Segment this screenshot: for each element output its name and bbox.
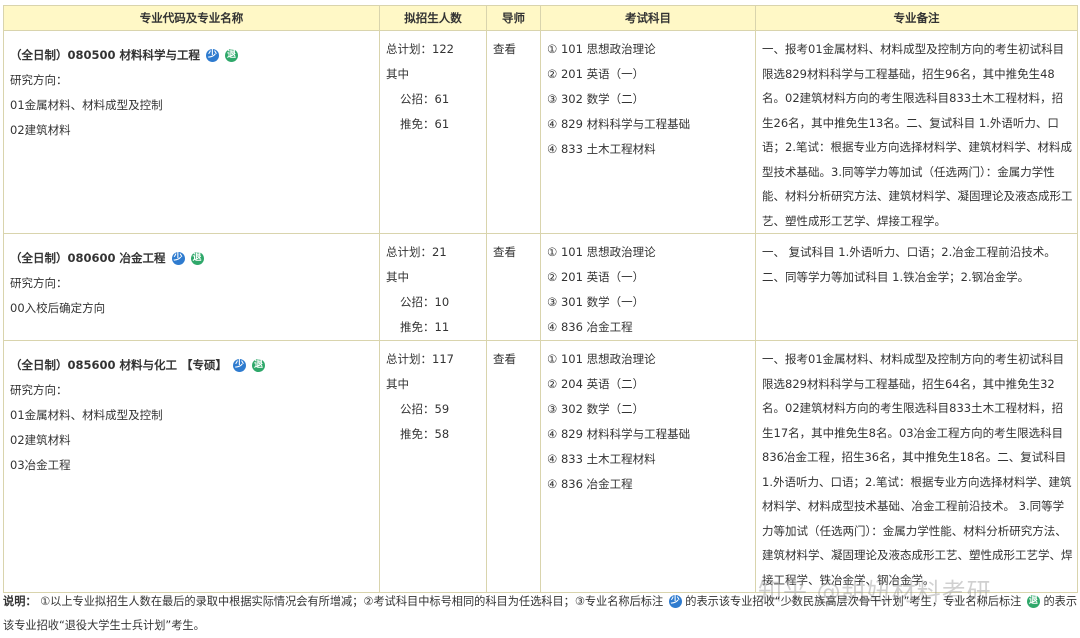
quota-total: 总计划：21 <box>386 245 447 259</box>
research-direction: 01金属材料、材料成型及控制 <box>10 98 163 112</box>
notes-cell: 一、报考01金属材料、材料成型及控制方向的考生初试科目限选829材料科学与工程基… <box>755 340 1078 593</box>
quota-public: 公招：61 <box>400 92 450 106</box>
table-row: （全日制）080600 冶金工程 少 退 研究方向： 00入校后确定方向 总计划… <box>3 233 1078 341</box>
advisor-cell: 查看 <box>486 233 541 341</box>
program-cell: （全日制）080600 冶金工程 少 退 研究方向： 00入校后确定方向 <box>3 233 380 341</box>
exam-subject: ② 201 英语（一） <box>547 270 645 284</box>
view-advisor-link[interactable]: 查看 <box>493 352 516 366</box>
exam-subject: ④ 829 材料科学与工程基础 <box>547 117 691 131</box>
exam-subject: ② 201 英语（一） <box>547 67 645 81</box>
header-advisor: 导师 <box>486 5 541 31</box>
notes-cell: 一、报考01金属材料、材料成型及控制方向的考生初试科目限选829材料科学与工程基… <box>755 30 1078 234</box>
research-direction: 02建筑材料 <box>10 433 71 447</box>
exam-subject: ② 204 英语（二） <box>547 377 645 391</box>
exam-subject: ① 101 思想政治理论 <box>547 42 656 56</box>
table-header-row: 专业代码及专业名称 拟招生人数 导师 考试科目 专业备注 <box>3 5 1078 31</box>
footer-label: 说明： <box>3 595 37 608</box>
research-direction: 00入校后确定方向 <box>10 301 106 315</box>
program-table-wrapper: 专业代码及专业名称 拟招生人数 导师 考试科目 专业备注 （全日制）080500… <box>3 5 1078 593</box>
veteran-plan-icon: 退 <box>190 252 204 265</box>
footer-text: ①以上专业拟招生人数在最后的录取中根据实际情况会有所增减；②考试科目中标号相同的… <box>40 595 664 608</box>
subjects-cell: ① 101 思想政治理论 ② 201 英语（一） ③ 301 数学（一） ④ 8… <box>540 233 756 341</box>
quota-cell: 总计划：21 其中 公招：10 推免：11 <box>379 233 487 341</box>
subjects-cell: ① 101 思想政治理论 ② 204 英语（二） ③ 302 数学（二） ④ 8… <box>540 340 756 593</box>
advisor-cell: 查看 <box>486 340 541 593</box>
quota-among: 其中 <box>386 377 409 391</box>
quota-public: 公招：59 <box>400 402 450 416</box>
veteran-plan-icon: 退 <box>225 49 239 62</box>
quota-total: 总计划：117 <box>386 352 454 366</box>
veteran-plan-icon: 退 <box>252 359 266 372</box>
notes-cell: 一、 复试科目 1.外语听力、口语；2.冶金工程前沿技术。二、同等学力等加试科目… <box>755 233 1078 341</box>
quota-among: 其中 <box>386 270 409 284</box>
program-cell: （全日制）085600 材料与化工 【专硕】 少 退 研究方向： 01金属材料、… <box>3 340 380 593</box>
program-name[interactable]: （全日制）085600 材料与化工 【专硕】 <box>10 358 227 372</box>
view-advisor-link[interactable]: 查看 <box>493 245 516 259</box>
research-direction: 02建筑材料 <box>10 123 71 137</box>
quota-total: 总计划：122 <box>386 42 454 56</box>
minority-plan-icon: 少 <box>171 252 185 265</box>
header-notes: 专业备注 <box>755 5 1078 31</box>
quota-public: 公招：10 <box>400 295 450 309</box>
quota-cell: 总计划：117 其中 公招：59 推免：58 <box>379 340 487 593</box>
exam-subject: ③ 302 数学（二） <box>547 92 645 106</box>
subjects-cell: ① 101 思想政治理论 ② 201 英语（一） ③ 302 数学（二） ④ 8… <box>540 30 756 234</box>
minority-plan-icon: 少 <box>206 49 220 62</box>
exam-subject: ④ 836 冶金工程 <box>547 320 633 334</box>
footer-note: 说明： ①以上专业拟招生人数在最后的录取中根据实际情况会有所增减；②考试科目中标… <box>3 590 1079 638</box>
research-label: 研究方向： <box>10 276 68 290</box>
exam-subject: ④ 829 材料科学与工程基础 <box>547 427 691 441</box>
header-program: 专业代码及专业名称 <box>3 5 380 31</box>
research-direction: 01金属材料、材料成型及控制 <box>10 408 163 422</box>
exam-subject: ④ 836 冶金工程 <box>547 477 633 491</box>
research-label: 研究方向： <box>10 73 68 87</box>
minority-plan-icon: 少 <box>668 595 682 608</box>
research-direction: 03冶金工程 <box>10 458 71 472</box>
program-cell: （全日制）080500 材料科学与工程 少 退 研究方向： 01金属材料、材料成… <box>3 30 380 234</box>
exam-subject: ③ 301 数学（一） <box>547 295 645 309</box>
veteran-plan-icon: 退 <box>1026 595 1040 608</box>
footer-text: 的表示该专业招收“少数民族高层次骨干计划”考生，专业名称后标注 <box>685 595 1022 608</box>
program-name[interactable]: （全日制）080500 材料科学与工程 <box>10 48 200 62</box>
exam-subject: ④ 833 土木工程材料 <box>547 142 656 156</box>
quota-cell: 总计划：122 其中 公招：61 推免：61 <box>379 30 487 234</box>
research-label: 研究方向： <box>10 383 68 397</box>
table-row: （全日制）085600 材料与化工 【专硕】 少 退 研究方向： 01金属材料、… <box>3 340 1078 593</box>
advisor-cell: 查看 <box>486 30 541 234</box>
header-subjects: 考试科目 <box>540 5 756 31</box>
exam-subject: ③ 302 数学（二） <box>547 402 645 416</box>
view-advisor-link[interactable]: 查看 <box>493 42 516 56</box>
minority-plan-icon: 少 <box>233 359 247 372</box>
table-row: （全日制）080500 材料科学与工程 少 退 研究方向： 01金属材料、材料成… <box>3 30 1078 234</box>
quota-recommended: 推免：11 <box>400 320 450 334</box>
program-name[interactable]: （全日制）080600 冶金工程 <box>10 251 166 265</box>
quota-among: 其中 <box>386 67 409 81</box>
quota-recommended: 推免：61 <box>400 117 450 131</box>
exam-subject: ① 101 思想政治理论 <box>547 245 656 259</box>
quota-recommended: 推免：58 <box>400 427 450 441</box>
exam-subject: ① 101 思想政治理论 <box>547 352 656 366</box>
program-table: 专业代码及专业名称 拟招生人数 导师 考试科目 专业备注 （全日制）080500… <box>3 5 1078 593</box>
exam-subject: ④ 833 土木工程材料 <box>547 452 656 466</box>
header-quota: 拟招生人数 <box>379 5 487 31</box>
